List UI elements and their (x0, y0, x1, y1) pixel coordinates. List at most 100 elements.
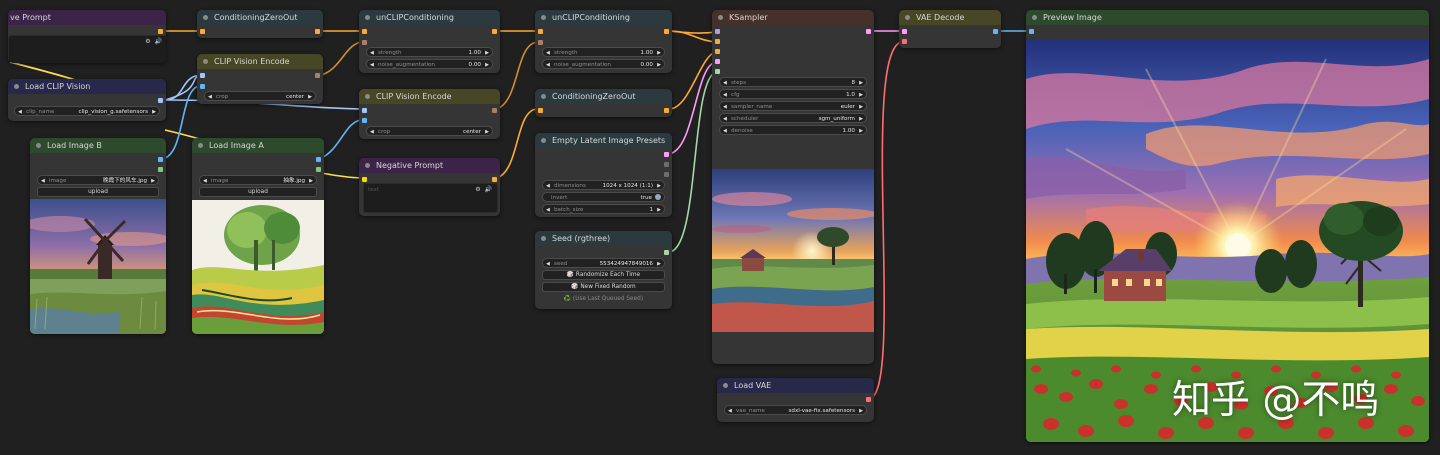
cfg-slider[interactable]: ◀ cfg 1.0 ▶ (719, 89, 867, 99)
node-title[interactable]: Load CLIP Vision (8, 79, 166, 94)
arrow-right-icon[interactable]: ▶ (485, 127, 489, 137)
empty-latent-image-presets-node[interactable]: Empty Latent Image Presets ◀ dimensions … (535, 133, 672, 217)
arrow-right-icon[interactable]: ▶ (859, 90, 863, 100)
node-title[interactable]: unCLIPConditioning (359, 10, 500, 25)
input-port-seed[interactable] (715, 69, 720, 74)
arrow-right-icon[interactable]: ▶ (859, 78, 863, 88)
node-title[interactable]: Load Image A (192, 138, 324, 153)
arrow-right-icon[interactable]: ▶ (152, 107, 156, 117)
arrow-right-icon[interactable]: ▶ (657, 259, 661, 269)
collapse-dot-icon[interactable] (541, 138, 546, 143)
load-image-b-node[interactable]: Load Image B ◀ image 晚霞下的风车.jpg ▶ upload (30, 138, 166, 334)
arrow-left-icon[interactable]: ◀ (723, 126, 727, 136)
dimensions-combo[interactable]: ◀ dimensions 1024 x 1024 (1:1) ▶ (542, 180, 665, 190)
seed-rgthree-node[interactable]: Seed (rgthree) ◀ seed 553424947849016 ▶ … (535, 231, 672, 309)
output-port-conditioning[interactable] (492, 29, 497, 34)
output-port-conditioning[interactable] (158, 29, 163, 34)
output-port-image[interactable] (316, 157, 321, 162)
vae-name-combo[interactable]: ◀ vae_name sdxl-vae-fix.safetensors ▶ (724, 405, 867, 415)
randomize-each-time-button[interactable]: 🎲 Randomize Each Time (542, 270, 665, 280)
arrow-right-icon[interactable]: ▶ (485, 48, 489, 58)
output-port-image[interactable] (158, 157, 163, 162)
load-clip-vision-node[interactable]: Load CLIP Vision ◀ clip_name clip_vision… (8, 79, 166, 121)
ksampler-node[interactable]: KSampler ◀ steps 8 ▶ ◀ cfg 1.0 ▶ ◀ sampl… (712, 10, 874, 364)
arrow-right-icon[interactable]: ▶ (859, 102, 863, 112)
output-port-latent[interactable] (866, 29, 871, 34)
input-port-clip[interactable] (362, 177, 367, 182)
output-port-clip-vision-output[interactable] (315, 73, 320, 78)
input-port-latent[interactable] (715, 59, 720, 64)
arrow-left-icon[interactable]: ◀ (18, 107, 22, 117)
clip-name-combo[interactable]: ◀ clip_name clip_vision_g.safetensors ▶ (14, 106, 160, 116)
arrow-left-icon[interactable]: ◀ (370, 60, 374, 70)
steps-slider[interactable]: ◀ steps 8 ▶ (719, 77, 867, 87)
arrow-right-icon[interactable]: ▶ (485, 60, 489, 70)
input-port-conditioning[interactable] (538, 108, 543, 113)
arrow-left-icon[interactable]: ◀ (370, 127, 374, 137)
input-port-negative[interactable] (715, 49, 720, 54)
node-title[interactable]: Empty Latent Image Presets (535, 133, 672, 148)
input-port-positive[interactable] (715, 39, 720, 44)
arrow-left-icon[interactable]: ◀ (723, 102, 727, 112)
negative-prompt-node[interactable]: Negative Prompt text ⚙ 🔊 (359, 158, 500, 216)
output-port-clip-vision-output[interactable] (492, 108, 497, 113)
arrow-right-icon[interactable]: ▶ (657, 48, 661, 58)
node-title[interactable]: Load Image B (30, 138, 166, 153)
input-port-conditioning[interactable] (362, 29, 367, 34)
collapse-dot-icon[interactable] (541, 94, 546, 99)
input-port-conditioning[interactable] (200, 29, 205, 34)
arrow-left-icon[interactable]: ◀ (723, 90, 727, 100)
output-port-height[interactable] (664, 172, 669, 177)
input-port-clip-vision-output[interactable] (538, 40, 543, 45)
arrow-left-icon[interactable]: ◀ (546, 181, 550, 191)
output-port-conditioning[interactable] (664, 29, 669, 34)
collapse-dot-icon[interactable] (36, 143, 41, 148)
output-port-latent[interactable] (664, 152, 669, 157)
positive-prompt-node[interactable]: ve Prompt ⚙ 🔊 (8, 10, 166, 63)
node-title[interactable]: Negative Prompt (359, 158, 500, 173)
input-port-clip-vision[interactable] (200, 73, 205, 78)
arrow-right-icon[interactable]: ▶ (151, 176, 155, 186)
output-port-seed[interactable] (664, 250, 669, 255)
new-fixed-random-button[interactable]: 🎲 New Fixed Random (542, 282, 665, 292)
collapse-dot-icon[interactable] (723, 383, 728, 388)
output-port-mask[interactable] (316, 167, 321, 172)
collapse-dot-icon[interactable] (203, 59, 208, 64)
arrow-left-icon[interactable]: ◀ (208, 92, 212, 102)
collapse-dot-icon[interactable] (365, 163, 370, 168)
arrow-right-icon[interactable]: ▶ (859, 126, 863, 136)
upload-button[interactable]: upload (37, 187, 159, 197)
arrow-right-icon[interactable]: ▶ (859, 406, 863, 416)
output-port-width[interactable] (664, 162, 669, 167)
arrow-left-icon[interactable]: ◀ (203, 176, 207, 186)
image-combo[interactable]: ◀ image 晚霞下的风车.jpg ▶ (37, 175, 159, 185)
node-title[interactable]: CLIP Vision Encode (359, 89, 500, 104)
input-port-image[interactable] (362, 118, 367, 123)
arrow-left-icon[interactable]: ◀ (41, 176, 45, 186)
arrow-left-icon[interactable]: ◀ (546, 60, 550, 70)
input-port-vae[interactable] (902, 39, 907, 44)
clip-vision-encode-node-1[interactable]: CLIP Vision Encode ◀ crop center ▶ (197, 54, 323, 104)
batch-size-slider[interactable]: ◀ batch_size 1 ▶ (542, 204, 665, 214)
arrow-left-icon[interactable]: ◀ (723, 114, 727, 124)
collapse-dot-icon[interactable] (718, 15, 723, 20)
output-port-conditioning[interactable] (315, 29, 320, 34)
sampler-name-combo[interactable]: ◀ sampler_name euler ▶ (719, 101, 867, 111)
unclip-conditioning-node-2[interactable]: unCLIPConditioning ◀ strength 1.00 ▶ ◀ n… (535, 10, 672, 73)
collapse-dot-icon[interactable] (541, 15, 546, 20)
input-port-clip-vision[interactable] (362, 108, 367, 113)
crop-combo[interactable]: ◀ crop center ▶ (366, 126, 493, 136)
image-combo[interactable]: ◀ image 抽象.jpg ▶ (199, 175, 317, 185)
collapse-dot-icon[interactable] (198, 143, 203, 148)
node-title[interactable]: Seed (rgthree) (535, 231, 672, 246)
invert-toggle[interactable]: invert true (542, 192, 665, 202)
strength-slider[interactable]: ◀ strength 1.00 ▶ (366, 47, 493, 57)
arrow-right-icon[interactable]: ▶ (308, 92, 312, 102)
toggle-knob-icon[interactable] (655, 194, 661, 200)
node-title[interactable]: ConditioningZeroOut (535, 89, 672, 104)
output-port-clip-vision[interactable] (158, 98, 163, 103)
negative-prompt-textarea[interactable]: text ⚙ 🔊 (363, 183, 498, 213)
scheduler-combo[interactable]: ◀ scheduler sgm_uniform ▶ (719, 113, 867, 123)
collapse-dot-icon[interactable] (365, 15, 370, 20)
collapse-dot-icon[interactable] (1032, 15, 1037, 20)
